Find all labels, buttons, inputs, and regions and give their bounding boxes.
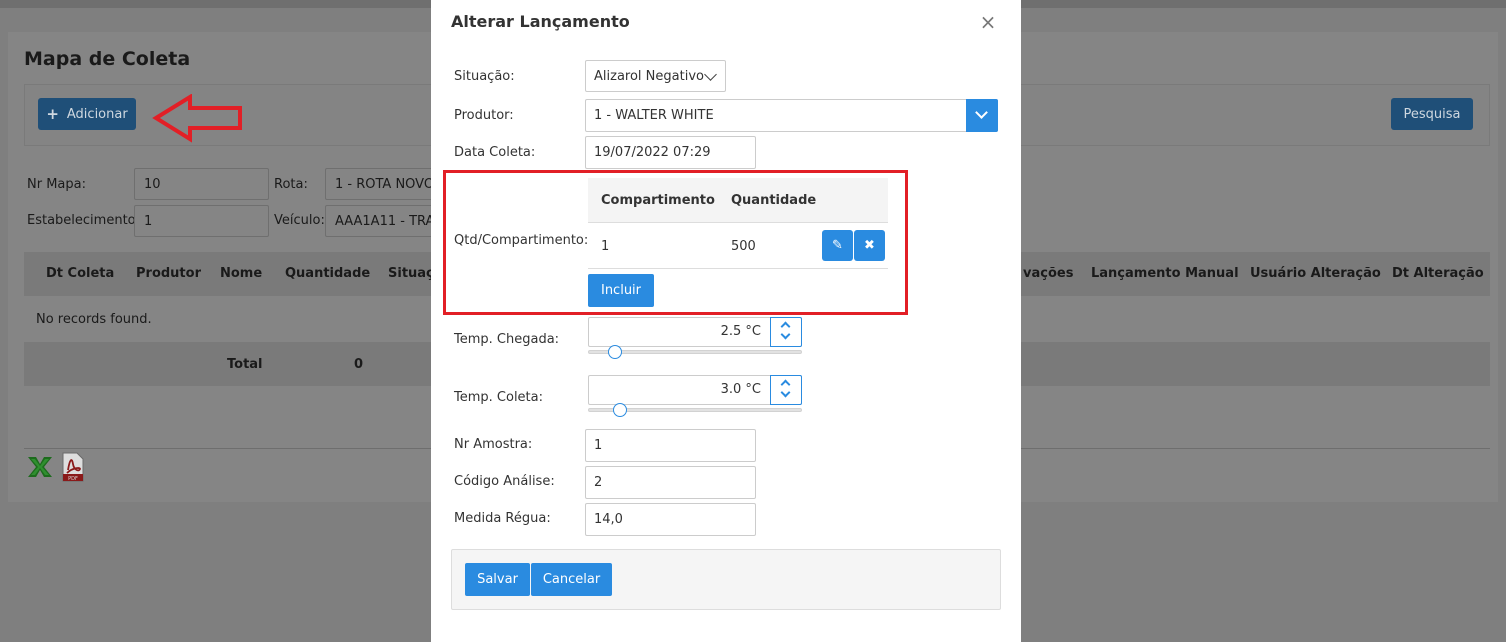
nr-amostra-input[interactable]: 1 bbox=[585, 429, 756, 462]
excel-export-icon[interactable] bbox=[26, 454, 54, 480]
svg-text:PDF: PDF bbox=[68, 476, 78, 482]
estabelecimento-input[interactable]: 1 bbox=[134, 205, 269, 237]
grid-col-dt-alteracao[interactable]: Dt Alteração bbox=[1392, 266, 1484, 281]
plus-icon: + bbox=[46, 105, 59, 123]
produtor-value: 1 - WALTER WHITE bbox=[594, 108, 714, 123]
temp-coleta-value: 3.0 °C bbox=[720, 382, 761, 397]
red-arrow-annotation-icon bbox=[152, 94, 242, 143]
temp-chegada-slider-handle[interactable] bbox=[608, 345, 622, 359]
incluir-button[interactable]: Incluir bbox=[588, 274, 654, 307]
compartimento-header: Compartimento bbox=[601, 193, 715, 208]
grid-col-quantidade[interactable]: Quantidade bbox=[285, 266, 370, 281]
edit-row-button[interactable]: ✎ bbox=[822, 230, 853, 261]
add-button-label: Adicionar bbox=[66, 106, 128, 122]
temp-chegada-label: Temp. Chegada: bbox=[454, 332, 560, 347]
produtor-dropdown-button[interactable] bbox=[966, 99, 998, 132]
grid-col-observacoes[interactable]: vações bbox=[1023, 266, 1073, 281]
salvar-button[interactable]: Salvar bbox=[465, 563, 530, 596]
spinner-buttons[interactable] bbox=[770, 317, 802, 347]
delete-icon: ✖ bbox=[864, 238, 875, 253]
chevron-down-icon[interactable] bbox=[780, 387, 791, 398]
add-button[interactable]: + Adicionar bbox=[38, 98, 136, 130]
data-coleta-input[interactable]: 19/07/2022 07:29 bbox=[585, 136, 756, 169]
grid-col-dt-coleta[interactable]: Dt Coleta bbox=[46, 266, 114, 281]
temp-coleta-slider-handle[interactable] bbox=[613, 403, 627, 417]
page-title: Mapa de Coleta bbox=[24, 48, 191, 70]
close-icon[interactable]: × bbox=[977, 10, 999, 34]
estabelecimento-label: Estabelecimento: bbox=[27, 213, 141, 228]
nr-amostra-label: Nr Amostra: bbox=[454, 437, 533, 452]
table-row-divider bbox=[588, 268, 888, 269]
chevron-down-icon bbox=[975, 106, 988, 119]
no-records-message: No records found. bbox=[36, 312, 152, 327]
codigo-analise-input[interactable]: 2 bbox=[585, 466, 756, 499]
edit-icon: ✎ bbox=[832, 238, 843, 253]
produtor-select[interactable]: 1 - WALTER WHITE bbox=[585, 99, 998, 132]
pdf-export-icon[interactable]: PDF bbox=[60, 452, 86, 482]
chevron-down-icon[interactable] bbox=[780, 329, 791, 340]
grid-col-produtor[interactable]: Produtor bbox=[136, 266, 201, 281]
medida-regua-label: Medida Régua: bbox=[454, 511, 551, 526]
nr-mapa-input[interactable]: 10 bbox=[134, 168, 269, 200]
table-cell-quantidade: 500 bbox=[731, 239, 756, 254]
situacao-label: Situação: bbox=[454, 69, 515, 84]
nr-mapa-label: Nr Mapa: bbox=[27, 177, 86, 192]
grid-col-usuario-alteracao[interactable]: Usuário Alteração bbox=[1250, 266, 1381, 281]
temp-chegada-spinner[interactable]: 2.5 °C bbox=[588, 317, 802, 347]
grid-col-situacao[interactable]: Situaç bbox=[388, 266, 434, 281]
delete-row-button[interactable]: ✖ bbox=[854, 230, 885, 261]
veiculo-select[interactable]: AAA1A11 - TRAN bbox=[325, 205, 435, 237]
veiculo-label: Veículo: bbox=[274, 213, 325, 228]
search-button[interactable]: Pesquisa bbox=[1391, 98, 1473, 130]
temp-chegada-value: 2.5 °C bbox=[720, 324, 761, 339]
rota-label: Rota: bbox=[274, 177, 308, 192]
cancelar-button[interactable]: Cancelar bbox=[531, 563, 612, 596]
grid-col-lancamento-manual[interactable]: Lançamento Manual bbox=[1091, 266, 1239, 281]
chevron-down-icon bbox=[704, 68, 717, 81]
alterar-lancamento-modal: Alterar Lançamento × Situação: Alizarol … bbox=[431, 0, 1021, 642]
medida-regua-input[interactable]: 14,0 bbox=[585, 503, 756, 536]
total-label: Total bbox=[227, 357, 263, 372]
produtor-label: Produtor: bbox=[454, 108, 514, 123]
modal-title: Alterar Lançamento bbox=[451, 12, 630, 31]
temp-coleta-label: Temp. Coleta: bbox=[454, 390, 543, 405]
quantidade-header: Quantidade bbox=[731, 193, 817, 208]
codigo-analise-label: Código Análise: bbox=[454, 474, 555, 489]
rota-select[interactable]: 1 - ROTA NOVO M bbox=[325, 168, 435, 200]
grid-col-nome[interactable]: Nome bbox=[220, 266, 262, 281]
spinner-buttons[interactable] bbox=[770, 375, 802, 405]
total-value: 0 bbox=[354, 357, 364, 372]
temp-coleta-spinner[interactable]: 3.0 °C bbox=[588, 375, 802, 405]
table-cell-compartimento: 1 bbox=[601, 239, 610, 254]
data-coleta-label: Data Coleta: bbox=[454, 145, 536, 160]
situacao-value: Alizarol Negativo bbox=[594, 68, 704, 84]
situacao-select[interactable]: Alizarol Negativo bbox=[585, 60, 726, 92]
qtd-compartimento-label: Qtd/Compartimento: bbox=[454, 233, 589, 248]
